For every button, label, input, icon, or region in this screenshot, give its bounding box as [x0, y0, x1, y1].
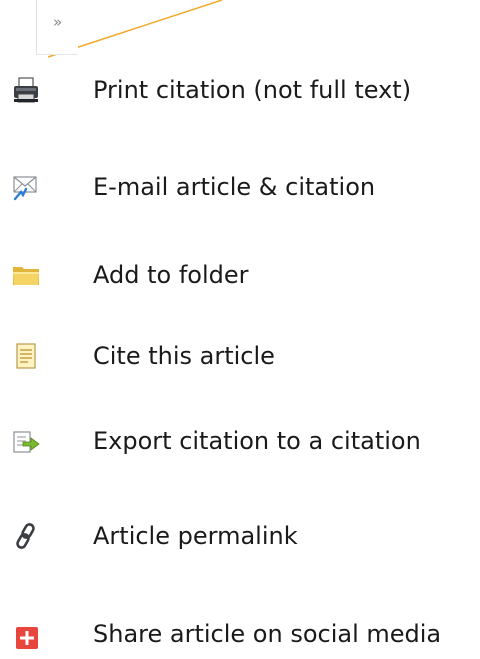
- tool-export-citation[interactable]: Export citation to a citation: [0, 416, 480, 466]
- tool-label: Share article on social media: [93, 620, 442, 648]
- tool-label: E-mail article & citation: [93, 173, 376, 201]
- cite-document-icon: [11, 341, 41, 371]
- share-plus-icon: [11, 619, 41, 649]
- tool-add-to-folder[interactable]: Add to folder: [0, 250, 480, 300]
- tool-share-social[interactable]: Share article on social media: [0, 609, 480, 659]
- tool-permalink[interactable]: Article permalink: [0, 511, 480, 561]
- folder-icon: [11, 260, 41, 290]
- article-tools-list: Print citation (not full text) E-mail ar…: [0, 0, 480, 654]
- tool-label: Print citation (not full text): [93, 76, 412, 104]
- tool-email-article[interactable]: E-mail article & citation: [0, 162, 480, 212]
- printer-icon: [11, 75, 41, 105]
- tool-label: Add to folder: [93, 261, 249, 289]
- tool-print-citation[interactable]: Print citation (not full text): [0, 65, 480, 115]
- tool-label: Cite this article: [93, 342, 275, 370]
- tool-cite-article[interactable]: Cite this article: [0, 331, 480, 381]
- email-envelope-icon: [11, 172, 41, 202]
- export-arrow-icon: [11, 426, 41, 456]
- tool-label: Export citation to a citation: [93, 427, 421, 455]
- tool-label: Article permalink: [93, 522, 298, 550]
- chain-link-icon: [11, 521, 41, 551]
